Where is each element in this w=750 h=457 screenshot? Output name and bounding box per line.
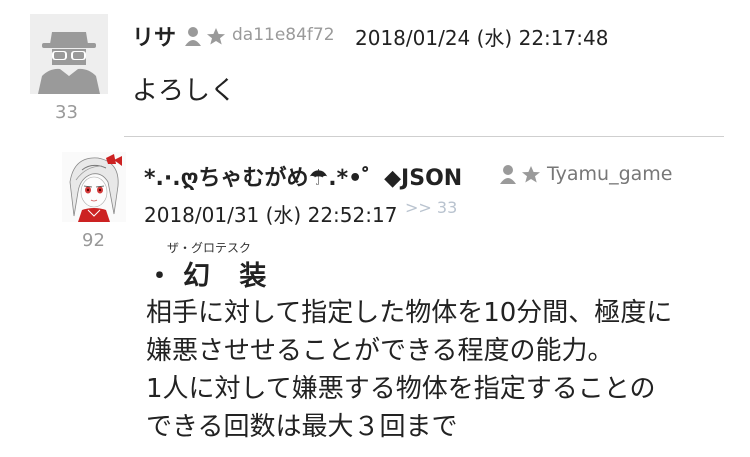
ability-heading: ・幻 装: [146, 261, 277, 292]
post-number: 92: [82, 230, 105, 251]
post-body: よろしく: [132, 76, 237, 106]
body-line: できる回数は最大３回まで: [146, 412, 458, 442]
poster-id[interactable]: Tyamu_game: [547, 163, 673, 185]
post-date: 2018/01/31 (水) 22:52:17: [144, 203, 398, 227]
anonymous-avatar-icon[interactable]: [30, 14, 108, 94]
divider: [124, 136, 724, 137]
user-avatar[interactable]: [62, 152, 126, 222]
post-body: 相手に対して指定した物体を10分間、極度に 嫌悪させせることができる程度の能力。…: [146, 294, 672, 446]
poster-id[interactable]: da11e84f72: [232, 25, 335, 45]
user-star-icon: [185, 26, 229, 50]
body-line: 嫌悪させせることができる程度の能力。: [146, 336, 614, 366]
body-line: 1人に対して嫌悪する物体を指定することの: [146, 374, 656, 404]
poster-name[interactable]: *.·.ღちゃむがめ☂.*•゜◆JSON: [144, 160, 462, 192]
post-date: 2018/01/24 (水) 22:17:48: [355, 26, 609, 50]
user-star-icon: [500, 164, 544, 188]
post-33: 33 リサ da11e84f72 2018/01/24 (水) 22:17:48…: [0, 0, 750, 130]
body-line: 相手に対して指定した物体を10分間、極度に: [146, 298, 673, 328]
poster-name[interactable]: リサ: [132, 20, 176, 52]
reply-link[interactable]: >> 33: [405, 198, 457, 217]
post-number: 33: [55, 102, 78, 123]
